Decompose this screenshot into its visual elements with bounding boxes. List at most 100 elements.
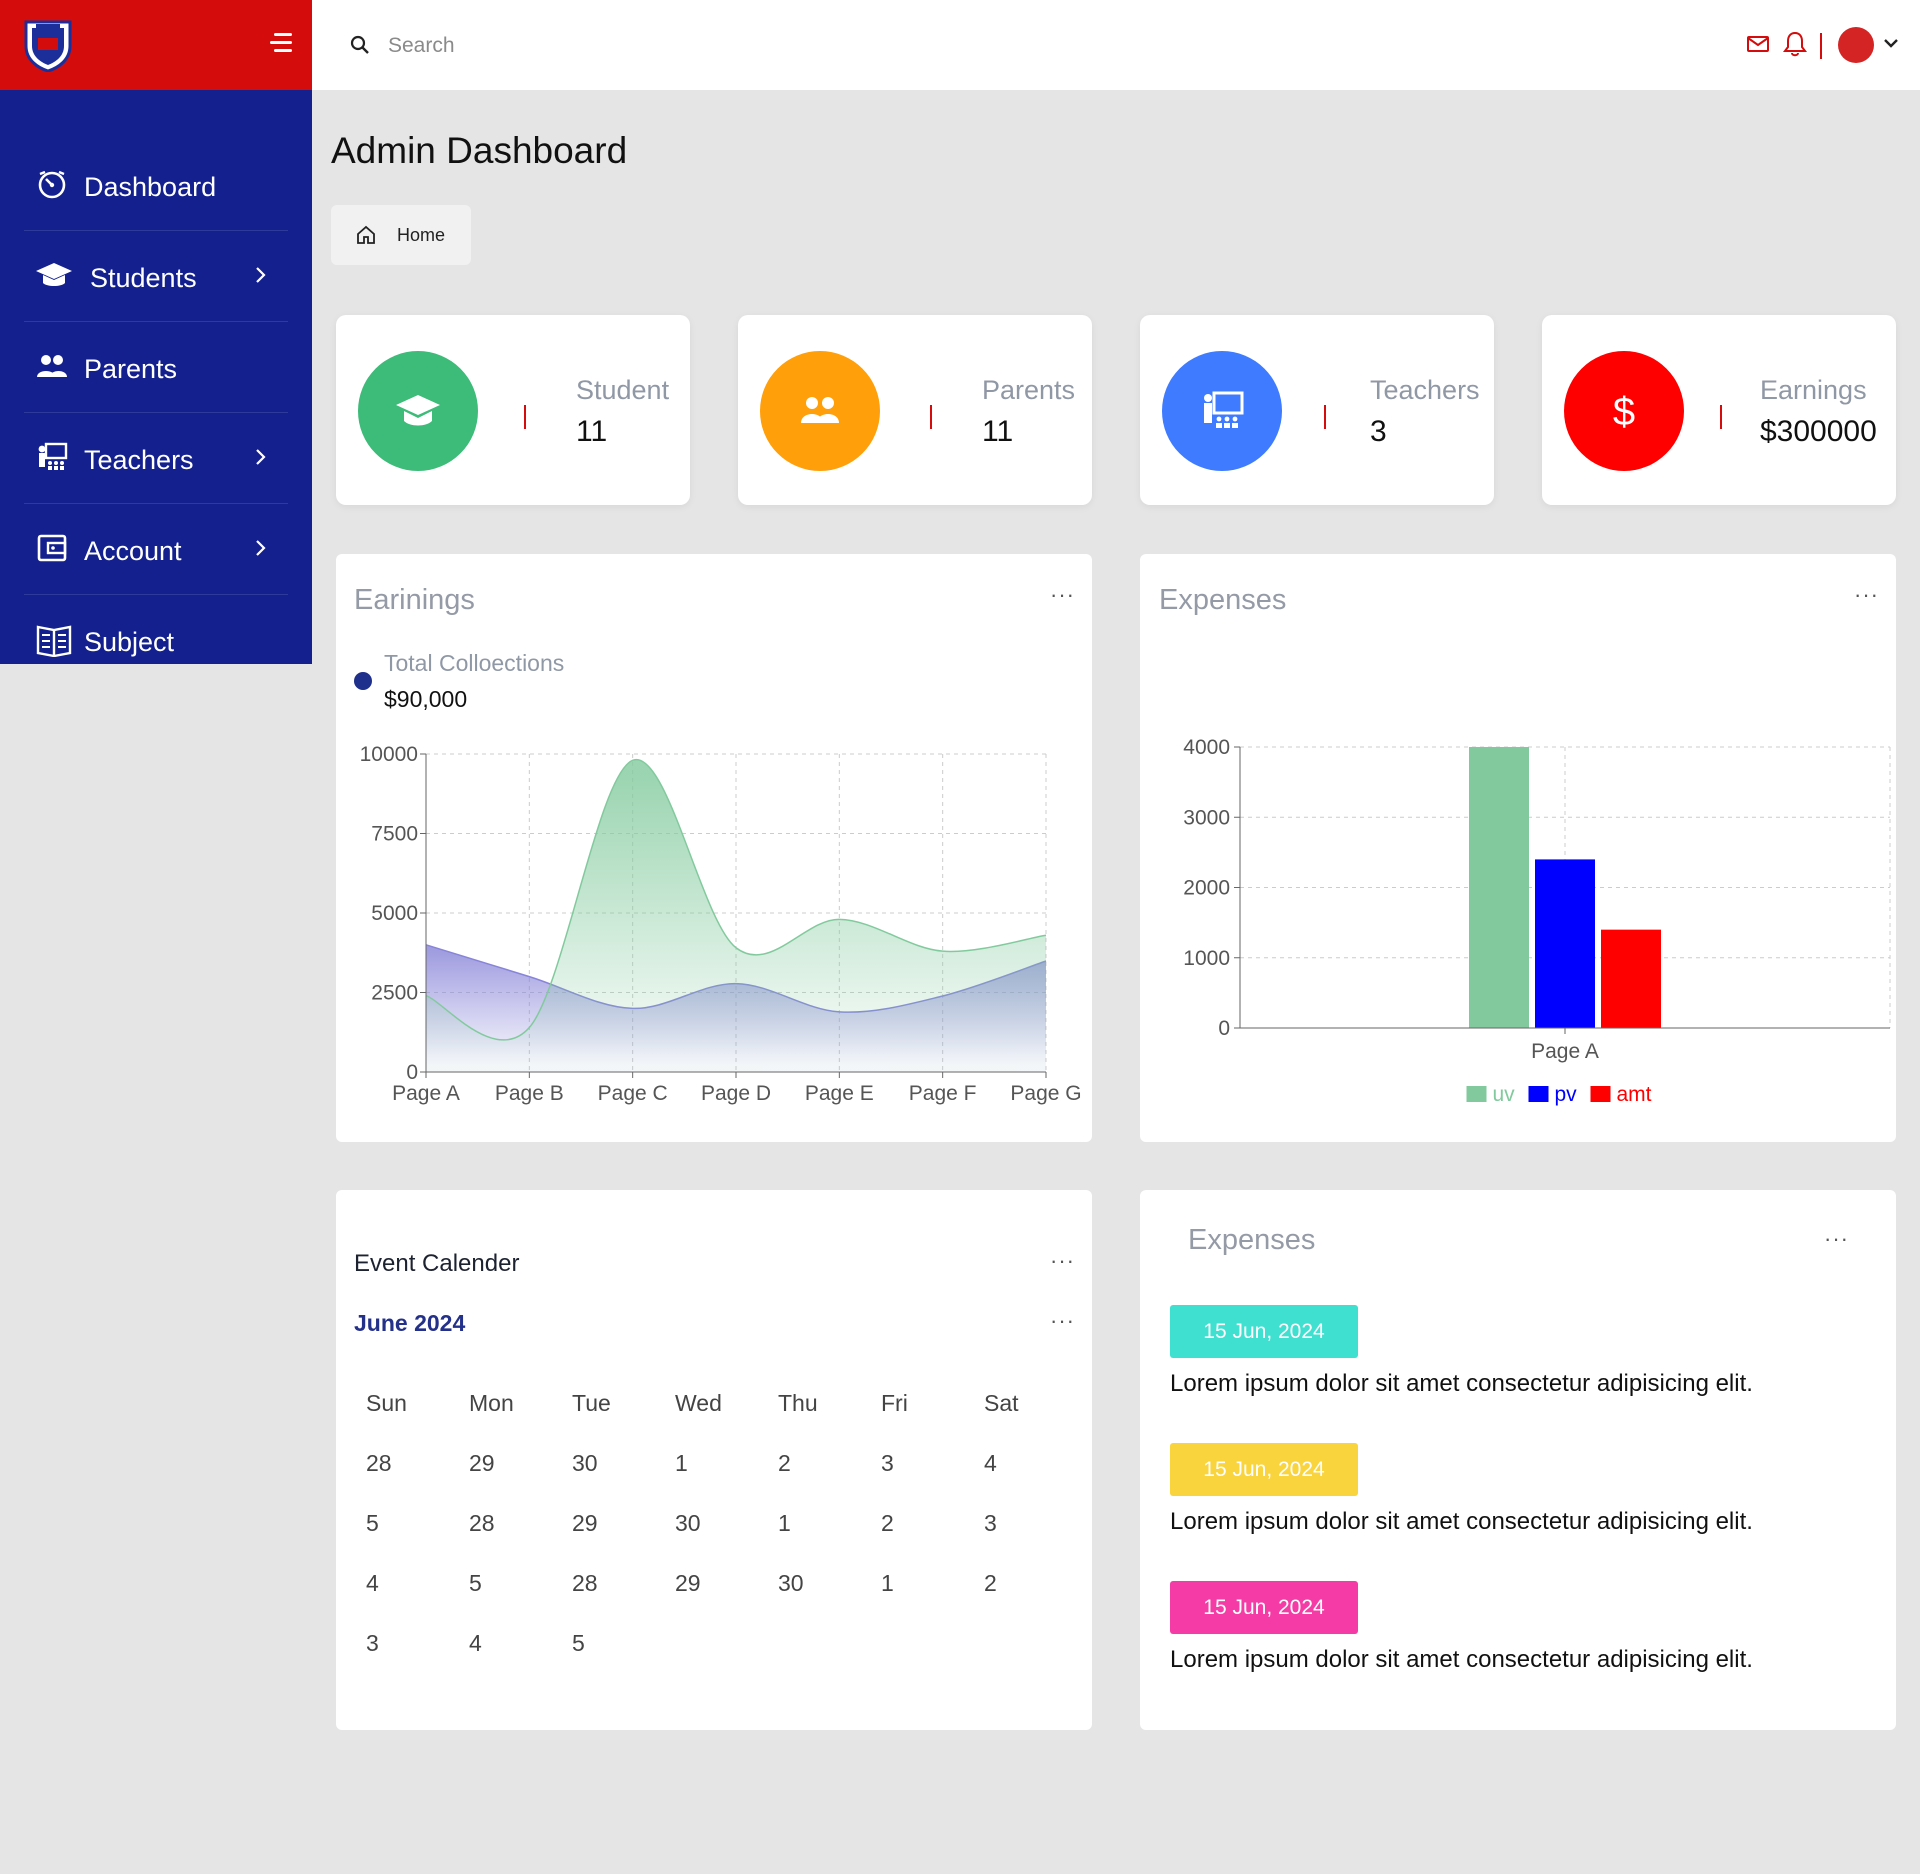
stat-value: $300000 xyxy=(1760,415,1877,448)
calendar-title: Event Calender xyxy=(354,1250,520,1277)
menu-toggle-icon[interactable] xyxy=(266,33,292,57)
weekday-label: Tue xyxy=(572,1390,611,1416)
more-options-icon[interactable]: ··· xyxy=(1824,1226,1849,1252)
y-tick-label: 2000 xyxy=(1183,877,1230,900)
weekday-label: Fri xyxy=(881,1390,908,1416)
stat-label: Teachers xyxy=(1370,375,1480,405)
calendar-day[interactable]: 1 xyxy=(869,1570,969,1597)
stat-card-earnings: $ Earnings $300000 xyxy=(1542,315,1896,505)
sidebar-item-label: Dashboard xyxy=(84,172,217,202)
breadcrumb[interactable]: Home xyxy=(331,205,471,265)
calendar-day[interactable]: 1 xyxy=(766,1510,866,1537)
teacher-icon xyxy=(38,442,68,470)
sidebar-item-subject[interactable]: Subject xyxy=(24,595,288,686)
sidebar-item-label: Students xyxy=(90,263,197,293)
y-tick-label: 0 xyxy=(406,1061,418,1084)
stat-label: Earnings xyxy=(1760,375,1867,405)
school-crest-logo[interactable] xyxy=(22,18,74,72)
calendar-day[interactable]: 5 xyxy=(457,1570,557,1597)
calendar-day[interactable]: 28 xyxy=(457,1510,557,1537)
date-badge: 15 Jun, 2024 xyxy=(1170,1581,1358,1634)
x-tick-label: Page F xyxy=(909,1082,977,1105)
stat-label: Parents xyxy=(982,375,1076,405)
x-tick-label: Page E xyxy=(805,1082,874,1105)
more-options-icon[interactable]: ··· xyxy=(1050,1248,1075,1274)
weekday-label: Sat xyxy=(984,1390,1019,1416)
sidebar-item-teachers[interactable]: Teachers xyxy=(24,413,288,504)
calendar-day[interactable]: 5 xyxy=(354,1510,454,1537)
legend-label: uv xyxy=(1493,1083,1516,1106)
y-tick-label: 0 xyxy=(1218,1017,1230,1040)
search-icon[interactable] xyxy=(350,35,370,55)
logo-bar xyxy=(0,0,312,90)
calendar-day[interactable]: 2 xyxy=(869,1510,969,1537)
y-tick-label: 5000 xyxy=(371,902,418,925)
y-tick-label: 4000 xyxy=(1183,736,1230,759)
chevron-down-icon[interactable] xyxy=(1882,36,1900,50)
graduation-cap-icon xyxy=(396,395,440,426)
sidebar-item-students[interactable]: Students xyxy=(24,231,288,322)
calendar-day[interactable]: 2 xyxy=(972,1570,1072,1597)
stat-separator xyxy=(524,405,526,429)
sidebar-item-label: Parents xyxy=(84,354,178,384)
topbar xyxy=(312,0,1920,90)
stat-label: Student xyxy=(576,375,670,405)
search-input[interactable] xyxy=(388,26,788,66)
stat-icon-circle xyxy=(1162,351,1282,471)
calendar-week-row: 3 4 5 xyxy=(354,1630,1074,1690)
calendar-week-row: 4 5 28 29 30 1 2 xyxy=(354,1570,1074,1630)
calendar-day[interactable]: 5 xyxy=(560,1630,660,1657)
weekday-label: Mon xyxy=(469,1390,514,1416)
calendar-day[interactable]: 28 xyxy=(354,1450,454,1477)
calendar-day[interactable]: 3 xyxy=(354,1630,454,1657)
calendar-day[interactable]: 30 xyxy=(766,1570,866,1597)
breadcrumb-home[interactable]: Home xyxy=(397,225,445,246)
x-tick-label: Page B xyxy=(495,1082,564,1105)
expense-description: Lorem ipsum dolor sit amet consectetur a… xyxy=(1170,1508,1753,1535)
calendar-day[interactable]: 3 xyxy=(972,1510,1072,1537)
mail-icon[interactable] xyxy=(1746,34,1770,54)
stat-card-teachers: Teachers 3 xyxy=(1140,315,1494,505)
users-icon xyxy=(801,397,839,423)
sidebar-item-label: Teachers xyxy=(84,445,194,475)
legend-label: pv xyxy=(1555,1083,1578,1106)
calendar-day[interactable]: 2 xyxy=(766,1450,866,1477)
weekday-label: Thu xyxy=(778,1390,818,1416)
book-icon xyxy=(36,625,72,657)
chevron-right-icon xyxy=(256,540,266,556)
calendar-day[interactable]: 30 xyxy=(663,1510,763,1537)
calendar-day[interactable]: 30 xyxy=(560,1450,660,1477)
more-options-icon[interactable]: ··· xyxy=(1050,1308,1075,1334)
stat-value: 3 xyxy=(1370,415,1387,448)
users-icon xyxy=(37,355,67,377)
calendar-day[interactable]: 4 xyxy=(972,1450,1072,1477)
stat-value: 11 xyxy=(576,415,608,448)
calendar-day[interactable]: 28 xyxy=(560,1570,660,1597)
calendar-week-row: 5 28 29 30 1 2 3 xyxy=(354,1510,1074,1570)
expenses-bar-chart: 0 1000 2000 3000 4000 Page A uv pv amt xyxy=(1183,736,1891,1106)
calendar-day[interactable]: 1 xyxy=(663,1450,763,1477)
sidebar-item-account[interactable]: Account xyxy=(24,504,288,595)
calendar-day[interactable]: 4 xyxy=(457,1630,557,1657)
calendar-day[interactable]: 29 xyxy=(663,1570,763,1597)
calendar-day[interactable]: 4 xyxy=(354,1570,454,1597)
stat-card-student: Student 11 xyxy=(336,315,690,505)
weekday-label: Wed xyxy=(675,1390,722,1416)
teacher-icon xyxy=(1204,391,1244,428)
earnings-area-chart: 0 2500 5000 7500 10000 Page A Page B Page C Page… xyxy=(360,743,1082,1105)
calendar-day[interactable]: 29 xyxy=(457,1450,557,1477)
page-title: Admin Dashboard xyxy=(331,130,628,171)
graduation-cap-icon xyxy=(36,263,72,286)
avatar[interactable] xyxy=(1838,27,1874,63)
x-tick-label: Page C xyxy=(598,1082,668,1105)
stat-separator xyxy=(930,405,932,429)
event-calendar-panel: Event Calender ··· June 2024 ··· Sun Mon… xyxy=(336,1190,1092,1730)
bar-uv xyxy=(1469,747,1529,1028)
calendar-day[interactable]: 3 xyxy=(869,1450,969,1477)
calendar-day[interactable]: 29 xyxy=(560,1510,660,1537)
sidebar-item-dashboard[interactable]: Dashboard xyxy=(24,140,288,231)
bell-icon[interactable] xyxy=(1782,30,1808,58)
date-badge: 15 Jun, 2024 xyxy=(1170,1305,1358,1358)
stat-icon-circle xyxy=(760,351,880,471)
sidebar-item-parents[interactable]: Parents xyxy=(24,322,288,413)
